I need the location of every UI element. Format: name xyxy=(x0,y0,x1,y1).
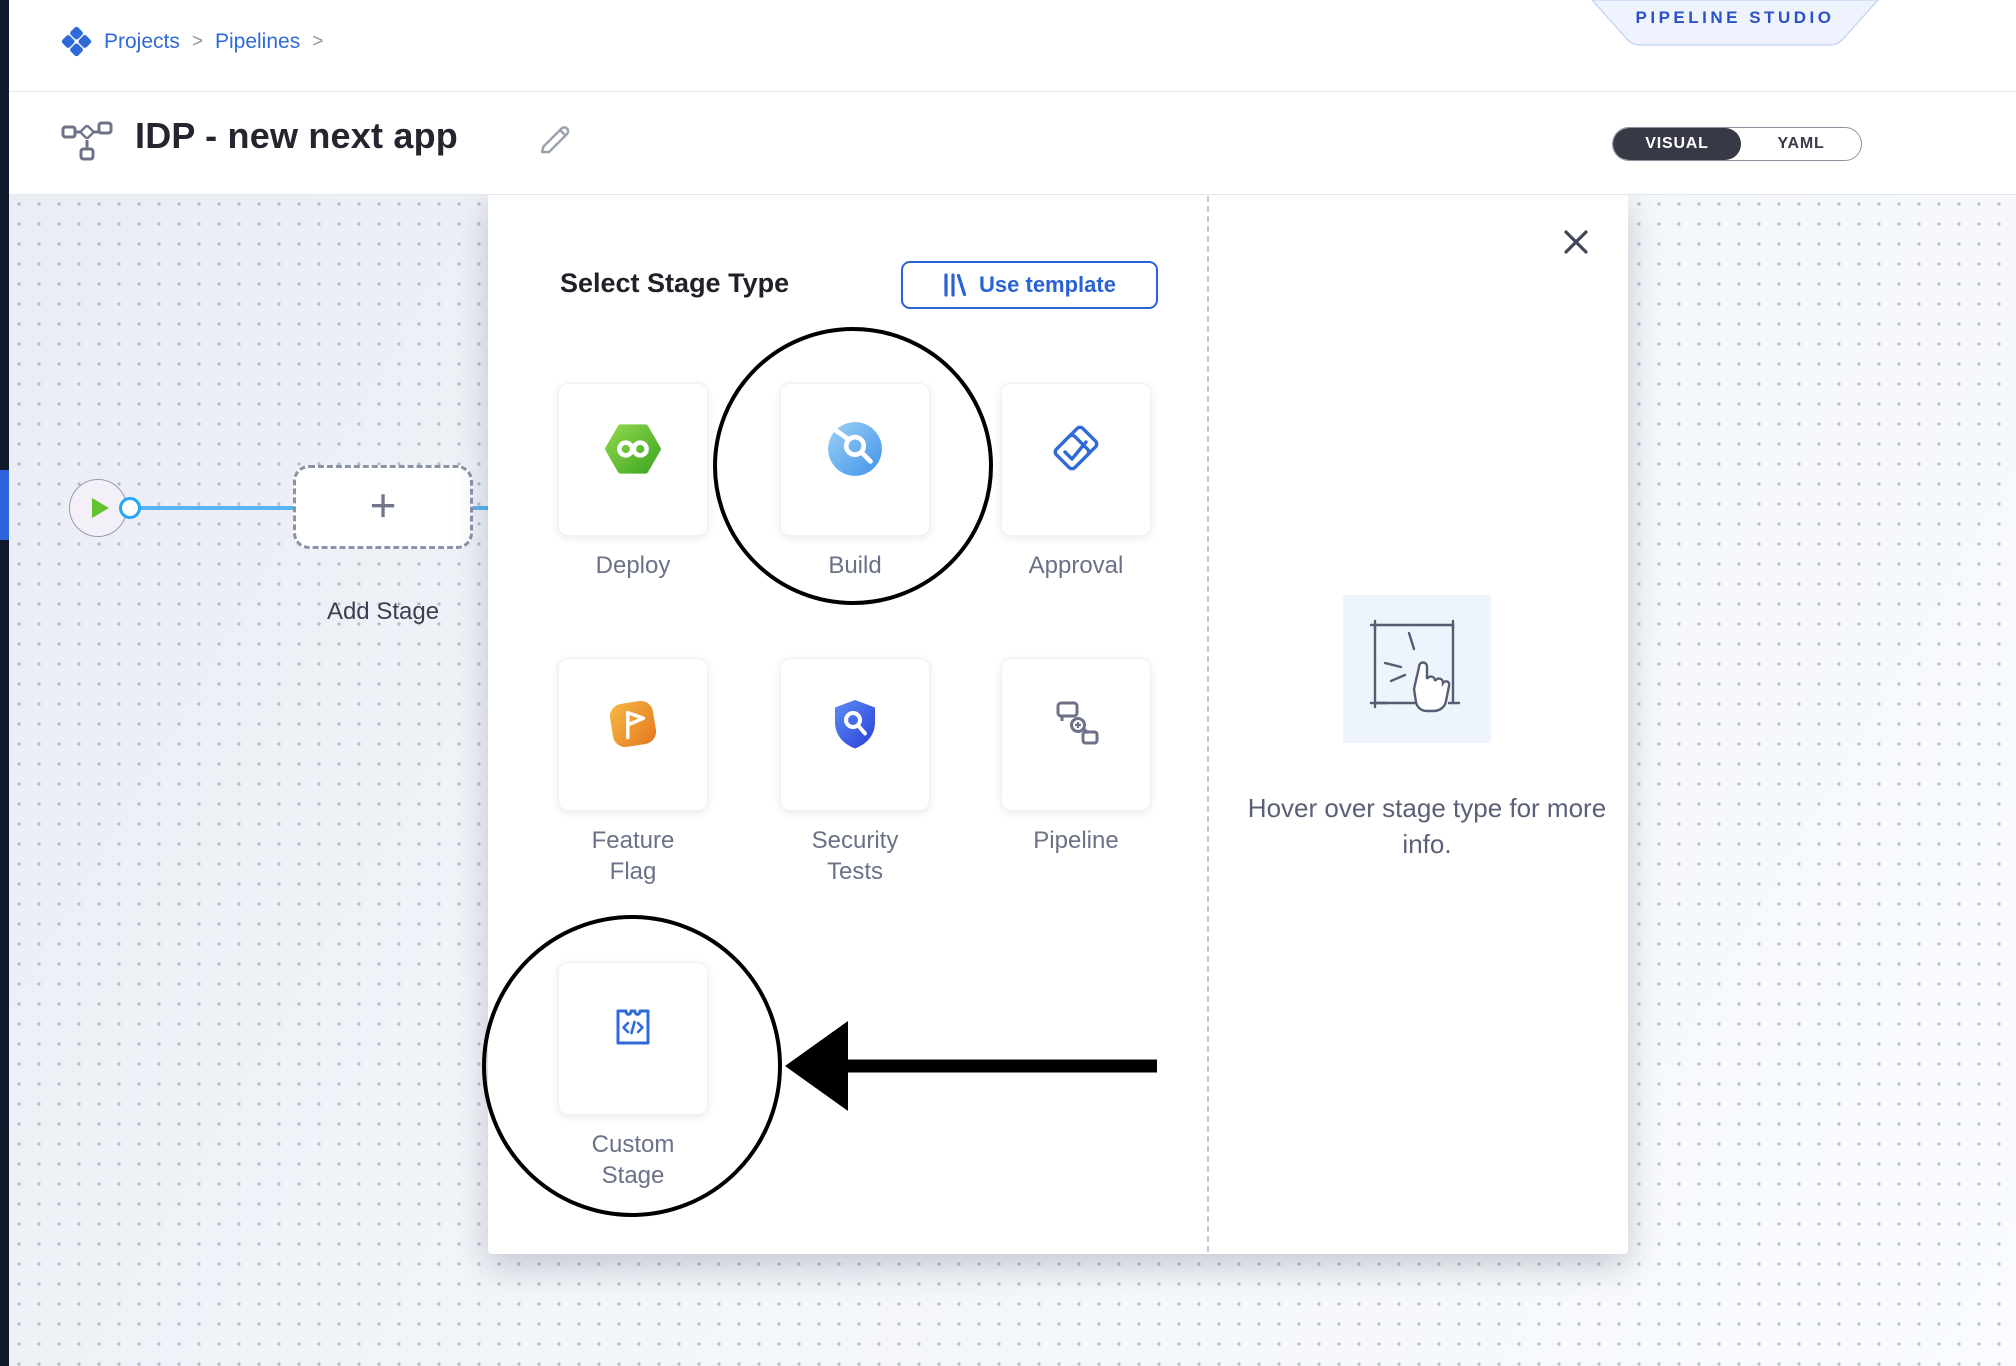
modal-title: Select Stage Type xyxy=(560,268,789,299)
stage-type-custom-stage[interactable]: Custom Stage xyxy=(558,962,708,1191)
stage-card xyxy=(780,383,930,536)
stage-card xyxy=(1001,658,1151,811)
page-title: IDP - new next app xyxy=(135,115,458,157)
node-connector-icon[interactable] xyxy=(119,497,141,519)
view-mode-toggle: VISUAL YAML xyxy=(1612,127,1862,161)
breadcrumb: Projects > Pipelines > xyxy=(61,26,323,57)
info-panel-hint: Hover over stage type for more info. xyxy=(1237,790,1617,862)
build-stage-icon xyxy=(824,418,886,485)
pipeline-studio-badge-label: PIPELINE STUDIO xyxy=(1591,8,1879,28)
stage-label: Feature Flag xyxy=(578,825,688,887)
hover-click-illustration xyxy=(1343,595,1491,743)
pipeline-flow-icon xyxy=(61,121,113,170)
deploy-stage-icon xyxy=(602,418,664,485)
feature-flag-stage-icon xyxy=(602,693,664,760)
stage-label: Custom Stage xyxy=(578,1129,688,1191)
harness-logo-icon xyxy=(61,26,92,57)
edit-pencil-icon[interactable] xyxy=(539,123,571,160)
stage-type-approval[interactable]: Approval xyxy=(1001,383,1151,581)
use-template-button[interactable]: Use template xyxy=(901,261,1158,309)
toggle-visual[interactable]: VISUAL xyxy=(1613,128,1741,160)
stage-label: Security Tests xyxy=(800,825,910,887)
use-template-label: Use template xyxy=(979,272,1116,298)
template-library-icon xyxy=(943,272,967,298)
plus-icon: + xyxy=(370,482,397,528)
stage-label: Pipeline xyxy=(1021,825,1131,856)
stage-type-security-tests[interactable]: Security Tests xyxy=(780,658,930,887)
stage-type-pipeline[interactable]: Pipeline xyxy=(1001,658,1151,856)
stage-card xyxy=(1001,383,1151,536)
select-stage-modal: Select Stage Type Use template xyxy=(488,194,1628,1254)
pipeline-studio-page: Projects > Pipelines > IDP - new next ap… xyxy=(0,0,2016,1366)
play-icon xyxy=(92,498,109,518)
toggle-yaml[interactable]: YAML xyxy=(1741,128,1861,160)
stage-card xyxy=(558,962,708,1115)
pipeline-studio-badge: PIPELINE STUDIO xyxy=(1591,0,1879,46)
stage-card xyxy=(558,658,708,811)
approval-stage-icon xyxy=(1046,418,1106,483)
security-tests-stage-icon xyxy=(825,693,885,760)
stage-type-deploy[interactable]: Deploy xyxy=(558,383,708,581)
stage-type-build[interactable]: Build xyxy=(780,383,930,581)
close-button[interactable] xyxy=(1560,226,1592,258)
breadcrumb-pipelines-link[interactable]: Pipelines xyxy=(215,30,300,54)
stage-label: Approval xyxy=(1021,550,1131,581)
pipeline-canvas[interactable]: + Add Stage Select Stage Type Use templa… xyxy=(9,194,2016,1366)
close-icon xyxy=(1562,228,1590,256)
stage-card xyxy=(780,658,930,811)
breadcrumb-separator: > xyxy=(312,31,323,53)
stage-type-feature-flag[interactable]: Feature Flag xyxy=(558,658,708,887)
left-nav-rail[interactable] xyxy=(0,0,9,1366)
add-stage-node[interactable]: + xyxy=(293,465,473,549)
breadcrumb-separator: > xyxy=(192,31,203,53)
custom-stage-icon xyxy=(604,997,662,1060)
breadcrumb-projects-link[interactable]: Projects xyxy=(104,30,180,54)
stage-label: Build xyxy=(800,550,910,581)
modal-divider xyxy=(1207,196,1209,1252)
pipeline-stage-icon xyxy=(1047,693,1105,756)
stage-label: Deploy xyxy=(578,550,688,581)
add-stage-label: Add Stage xyxy=(278,598,488,626)
left-nav-active-marker xyxy=(0,470,9,540)
stage-card xyxy=(558,383,708,536)
